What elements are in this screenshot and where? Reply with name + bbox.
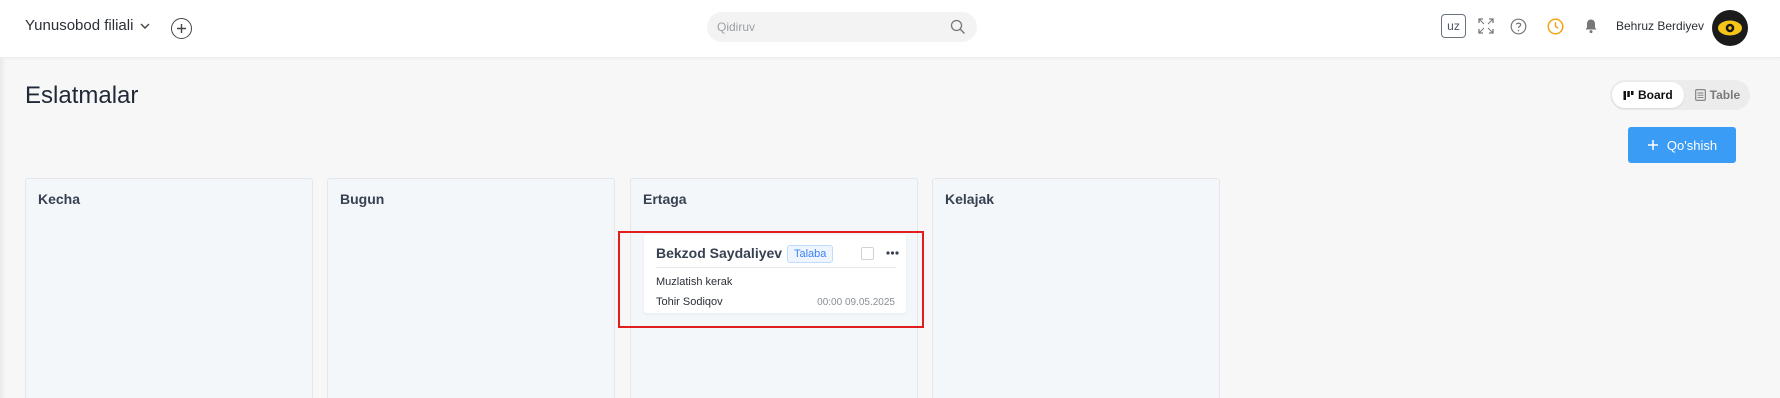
add-button-label: Qo'shish xyxy=(1666,137,1718,153)
card-datetime: 00:00 09.05.2025 xyxy=(817,297,895,308)
card-author: Tohir Sodiqov xyxy=(656,296,723,308)
plus-icon xyxy=(177,24,186,33)
more-options-icon[interactable] xyxy=(884,247,900,259)
eye-logo-icon xyxy=(1718,20,1742,36)
column-title: Ertaga xyxy=(643,191,687,207)
plus-icon xyxy=(1647,140,1658,150)
top-bar: Yunusobod filiali uz Behruz Berdiyev xyxy=(0,0,1780,58)
bell-icon[interactable] xyxy=(1581,16,1601,36)
column-bugun: Bugun xyxy=(327,178,615,398)
chevron-down-icon xyxy=(140,23,150,29)
table-icon xyxy=(1694,89,1706,101)
user-name[interactable]: Behruz Berdiyev xyxy=(1616,19,1704,33)
column-kecha: Kecha xyxy=(25,178,313,398)
help-icon[interactable] xyxy=(1508,16,1528,36)
avatar[interactable] xyxy=(1712,10,1748,46)
clock-icon[interactable] xyxy=(1545,16,1565,36)
column-kelajak: Kelajak xyxy=(932,178,1220,398)
column-title: Kecha xyxy=(38,191,81,207)
card-description: Muzlatish kerak xyxy=(656,276,733,288)
reminder-card[interactable]: Bekzod Saydaliyev Talaba Muzlatish kerak… xyxy=(644,235,906,313)
language-switcher[interactable]: uz xyxy=(1441,14,1466,38)
add-branch-button[interactable] xyxy=(171,18,192,39)
card-checkbox[interactable] xyxy=(861,247,874,260)
add-reminder-button[interactable]: Qo'shish xyxy=(1628,127,1736,163)
fullscreen-icon[interactable] xyxy=(1476,16,1496,36)
view-table-label: Table xyxy=(1709,88,1741,102)
column-title: Kelajak xyxy=(945,191,995,207)
column-title: Bugun xyxy=(340,191,385,207)
branch-selector[interactable]: Yunusobod filiali xyxy=(25,17,151,34)
card-divider xyxy=(656,267,896,268)
view-board-button[interactable]: Board xyxy=(1612,82,1684,108)
search-input[interactable] xyxy=(717,20,949,34)
view-board-label: Board xyxy=(1638,88,1673,102)
sidebar-edge xyxy=(0,58,6,398)
page-title: Eslatmalar xyxy=(25,82,139,109)
column-ertaga: Ertaga Bekzod Saydaliyev Talaba Muzlatis… xyxy=(630,178,918,398)
search-bar xyxy=(707,12,977,42)
board-icon xyxy=(1623,90,1634,100)
card-student-name[interactable]: Bekzod Saydaliyev xyxy=(656,245,782,261)
search-icon[interactable] xyxy=(949,18,967,36)
view-table-button[interactable]: Table xyxy=(1684,82,1751,108)
branch-label: Yunusobod filiali xyxy=(25,17,134,34)
status-badge: Talaba xyxy=(787,245,834,263)
view-toggle: Board Table xyxy=(1610,80,1750,110)
